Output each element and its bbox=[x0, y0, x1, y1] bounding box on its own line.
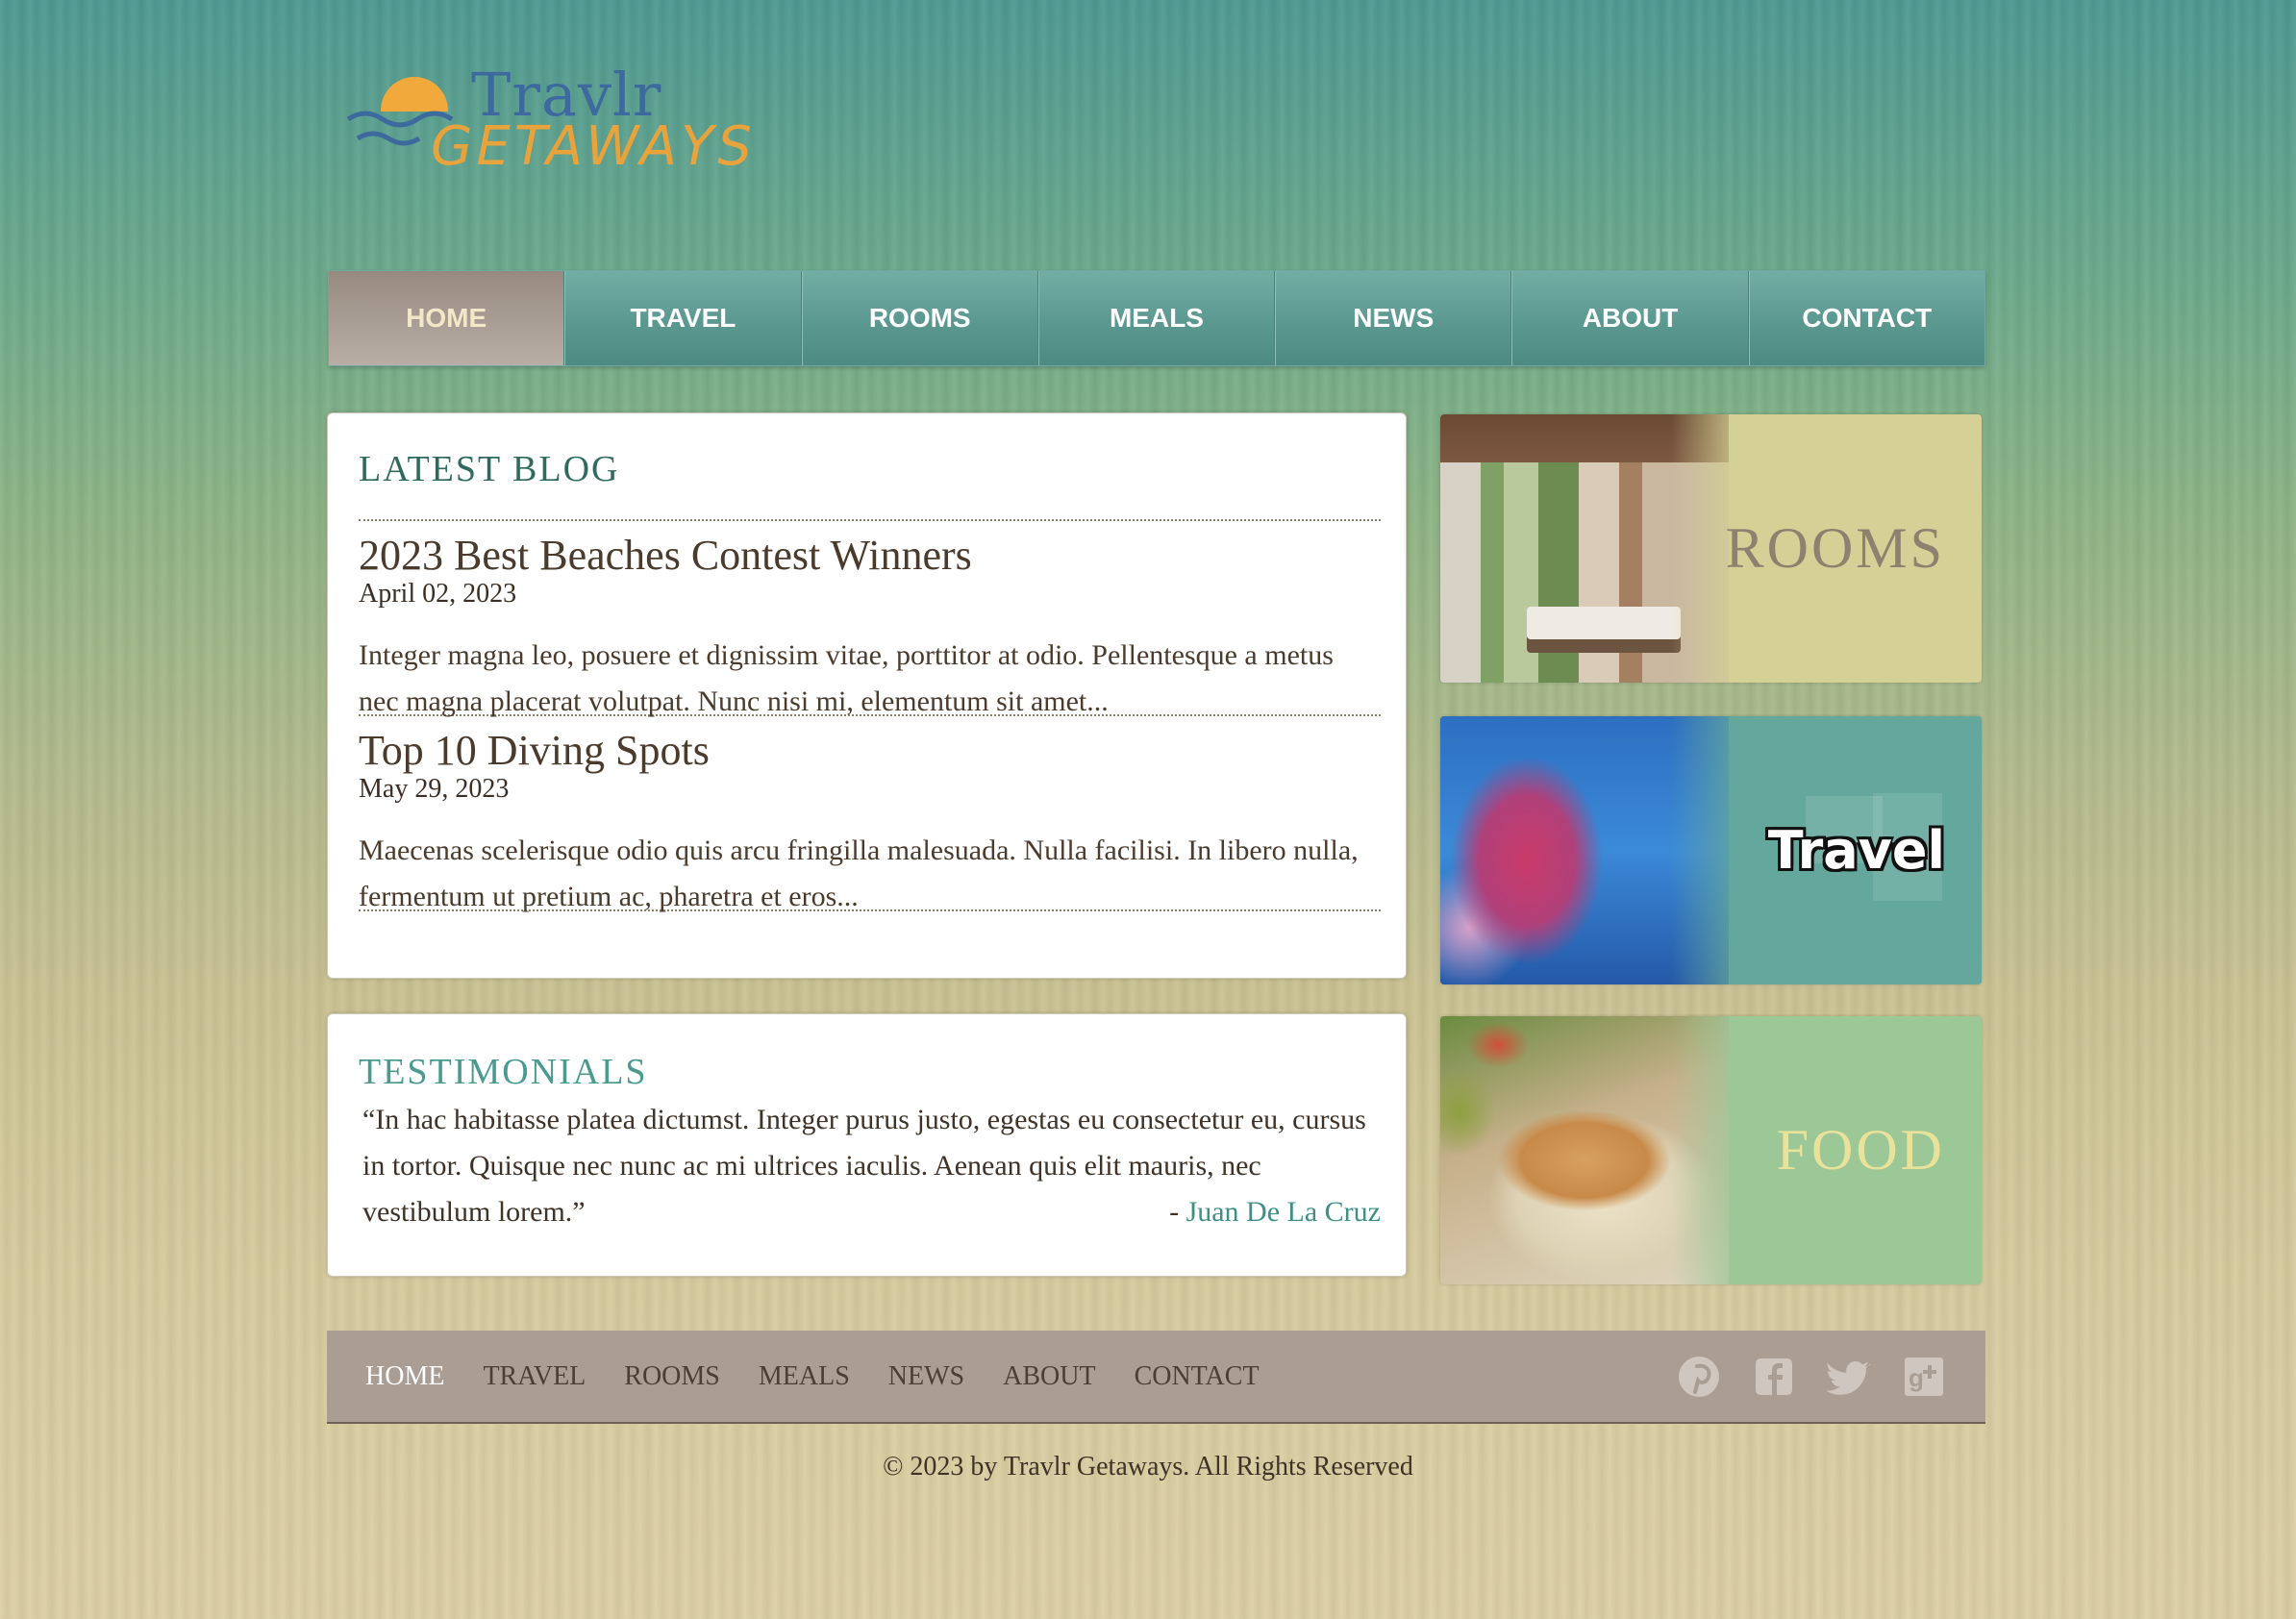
pinterest-icon[interactable] bbox=[1676, 1354, 1722, 1400]
latest-blog-heading: LATEST BLOG bbox=[359, 449, 620, 489]
blog-post-title[interactable]: 2023 Best Beaches Contest Winners bbox=[359, 533, 1381, 579]
main-nav: HOME TRAVEL ROOMS MEALS NEWS ABOUT CONTA… bbox=[328, 270, 1985, 366]
testimonials-heading: TESTIMONIALS bbox=[359, 1052, 648, 1092]
testimonial-author: - Juan De La Cruz bbox=[1169, 1189, 1381, 1235]
footer-link-rooms[interactable]: ROOMS bbox=[624, 1361, 720, 1392]
site-logo[interactable]: Travlr Getaways bbox=[346, 60, 752, 185]
tile-fade bbox=[1671, 716, 1748, 984]
author-prefix: - bbox=[1169, 1196, 1186, 1228]
nav-home[interactable]: HOME bbox=[329, 271, 565, 365]
testimonial-quote: “In hac habitasse platea dictumst. Integ… bbox=[359, 1097, 1381, 1235]
footer-link-travel[interactable]: TRAVEL bbox=[483, 1361, 586, 1392]
author-link[interactable]: Juan De La Cruz bbox=[1186, 1196, 1381, 1228]
facebook-icon[interactable] bbox=[1751, 1354, 1797, 1400]
rooms-tile-label: ROOMS bbox=[1725, 516, 1945, 580]
rooms-promo-tile[interactable]: ROOMS bbox=[1440, 414, 1982, 683]
twitter-icon[interactable] bbox=[1826, 1354, 1872, 1400]
blog-post-date: May 29, 2023 bbox=[359, 774, 510, 804]
footer-link-news[interactable]: NEWS bbox=[888, 1361, 964, 1392]
footer-link-home[interactable]: HOME bbox=[365, 1361, 444, 1392]
blog-post: Top 10 Diving Spots May 29, 2023 Maecena… bbox=[359, 716, 1381, 913]
blog-post: 2023 Best Beaches Contest Winners April … bbox=[359, 521, 1381, 718]
nav-rooms[interactable]: ROOMS bbox=[801, 271, 1038, 365]
nav-contact[interactable]: CONTACT bbox=[1748, 271, 1984, 365]
logo-text-getaways: Getaways bbox=[431, 115, 756, 178]
social-links: g bbox=[1676, 1331, 1947, 1422]
travel-tile-label: Travel bbox=[1767, 820, 1945, 881]
food-promo-tile[interactable]: FOOD bbox=[1440, 1016, 1982, 1284]
svg-text:g: g bbox=[1909, 1363, 1924, 1392]
nav-news[interactable]: NEWS bbox=[1275, 271, 1512, 365]
travel-promo-tile[interactable]: Travel bbox=[1440, 716, 1982, 984]
blog-post-excerpt: Maecenas scelerisque odio quis arcu frin… bbox=[359, 834, 1359, 912]
blog-post-date: April 02, 2023 bbox=[359, 579, 517, 609]
food-tile-label: FOOD bbox=[1776, 1118, 1945, 1182]
footer-link-about[interactable]: ABOUT bbox=[1003, 1361, 1095, 1392]
footer-nav: HOME TRAVEL ROOMS MEALS NEWS ABOUT CONTA… bbox=[365, 1361, 1260, 1392]
footer-nav-bar: HOME TRAVEL ROOMS MEALS NEWS ABOUT CONTA… bbox=[327, 1331, 1985, 1424]
footer-link-meals[interactable]: MEALS bbox=[759, 1361, 850, 1392]
nav-meals[interactable]: MEALS bbox=[1037, 271, 1276, 365]
footer-link-contact[interactable]: CONTACT bbox=[1135, 1361, 1260, 1392]
google-plus-icon[interactable]: g bbox=[1901, 1354, 1947, 1400]
nav-travel[interactable]: TRAVEL bbox=[564, 271, 802, 365]
nav-about[interactable]: ABOUT bbox=[1511, 271, 1749, 365]
copyright-text: © 2023 by Travlr Getaways. All Rights Re… bbox=[883, 1452, 1413, 1482]
latest-blog-panel: LATEST BLOG 2023 Best Beaches Contest Wi… bbox=[327, 412, 1407, 979]
blog-post-title[interactable]: Top 10 Diving Spots bbox=[359, 728, 1381, 774]
testimonials-panel: TESTIMONIALS “In hac habitasse platea di… bbox=[327, 1013, 1407, 1277]
tile-fade bbox=[1671, 1016, 1748, 1284]
blog-post-excerpt: Integer magna leo, posuere et dignissim … bbox=[359, 639, 1334, 717]
